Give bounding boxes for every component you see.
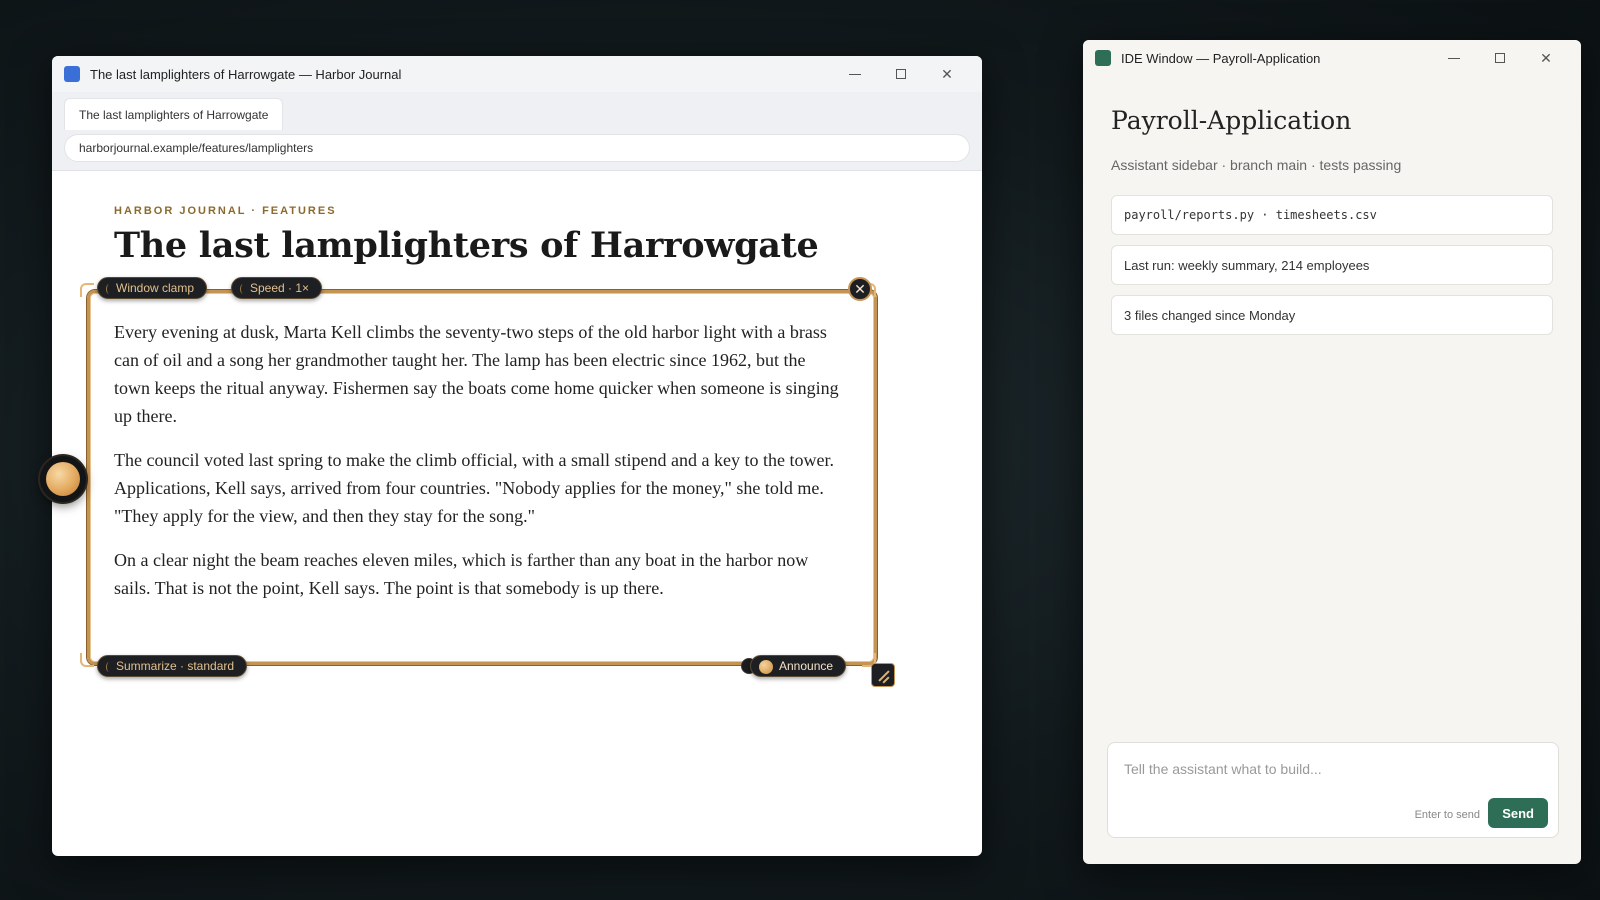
browser-titlebar[interactable]: The last lamplighters of Harrowgate — Ha… — [52, 56, 982, 92]
project-title: Payroll-Application — [1111, 106, 1352, 135]
close-button[interactable]: ✕ — [1523, 40, 1569, 76]
close-icon: ✕ — [854, 280, 866, 297]
close-button[interactable]: ✕ — [924, 56, 970, 92]
article-kicker: HARBOR JOURNAL · FEATURES — [114, 205, 337, 217]
maximize-button[interactable] — [1477, 40, 1523, 76]
browser-window: The last lamplighters of Harrowgate — Ha… — [52, 56, 982, 856]
maximize-icon — [1495, 53, 1505, 63]
speed-toggle[interactable]: Speed · 1× — [231, 277, 323, 299]
context-card-changes[interactable]: 3 files changed since Monday — [1111, 295, 1553, 335]
send-button[interactable]: Send — [1488, 798, 1548, 828]
toggle-indicator-icon — [106, 662, 112, 672]
tab-article[interactable]: The last lamplighters of Harrowgate — [64, 98, 284, 130]
minimize-button[interactable] — [832, 56, 878, 92]
ide-window: IDE Window — Payroll-Application ✕ Payro… — [1083, 40, 1581, 864]
address-bar-container: harborjournal.example/features/lamplight… — [52, 130, 982, 171]
toggle-indicator-icon — [240, 284, 246, 294]
send-hint: Enter to send — [1414, 809, 1480, 821]
context-card-last-run[interactable]: Last run: weekly summary, 214 employees — [1111, 245, 1553, 285]
window-clamp-toggle[interactable]: Window clamp — [97, 277, 208, 299]
browser-app-icon — [64, 66, 80, 82]
article-paragraph: The council voted last spring to make th… — [114, 450, 834, 526]
address-bar[interactable]: harborjournal.example/features/lamplight… — [64, 134, 970, 162]
frame-corner-bottom-left[interactable] — [80, 653, 94, 667]
close-icon: ✕ — [1540, 49, 1552, 66]
assistant-sidebar: Payroll-Application Assistant sidebar · … — [1083, 76, 1581, 335]
minimize-icon — [849, 73, 861, 75]
maximize-icon — [896, 69, 906, 79]
minimize-button[interactable] — [1431, 40, 1477, 76]
close-icon: ✕ — [941, 65, 953, 82]
ide-app-icon — [1095, 50, 1111, 66]
project-subtitle: Assistant sidebar · branch main · tests … — [1111, 157, 1402, 173]
announce-label: Announce — [779, 659, 834, 673]
assistant-composer: Enter to send Send — [1107, 742, 1559, 838]
ide-titlebar[interactable]: IDE Window — Payroll-Application ✕ — [1083, 40, 1581, 76]
maximize-button[interactable] — [878, 56, 924, 92]
assistant-prompt-input[interactable] — [1108, 743, 1558, 795]
summarize-label: Summarize · standard — [116, 659, 235, 673]
minimize-icon — [1448, 57, 1460, 59]
browser-window-title: The last lamplighters of Harrowgate — Ha… — [90, 66, 402, 82]
frame-corner-top-left[interactable] — [80, 283, 94, 297]
summarize-toggle[interactable]: Summarize · standard — [97, 655, 248, 677]
tab-strip: The last lamplighters of Harrowgate — [52, 92, 982, 130]
announce-dot-icon — [759, 660, 773, 674]
resize-grip-icon[interactable] — [871, 663, 895, 687]
article-headline: The last lamplighters of Harrowgate — [114, 225, 819, 266]
assistant-orb-handle[interactable] — [40, 456, 86, 502]
speed-label: Speed · 1× — [250, 281, 310, 295]
context-card-files[interactable]: payroll/reports.py · timesheets.csv — [1111, 195, 1553, 235]
toggle-indicator-icon — [106, 284, 112, 294]
article-paragraph: On a clear night the beam reaches eleven… — [114, 550, 809, 598]
announce-button[interactable]: Announce — [750, 655, 847, 677]
article-body: Every evening at dusk, Marta Kell climbs… — [114, 318, 844, 618]
ide-window-title: IDE Window — Payroll-Application — [1121, 50, 1321, 66]
window-clamp-label: Window clamp — [116, 281, 195, 295]
article-paragraph: Every evening at dusk, Marta Kell climbs… — [114, 322, 839, 426]
overlay-close-button[interactable]: ✕ — [848, 277, 872, 301]
article-content: HARBOR JOURNAL · FEATURES The last lampl… — [52, 171, 982, 856]
